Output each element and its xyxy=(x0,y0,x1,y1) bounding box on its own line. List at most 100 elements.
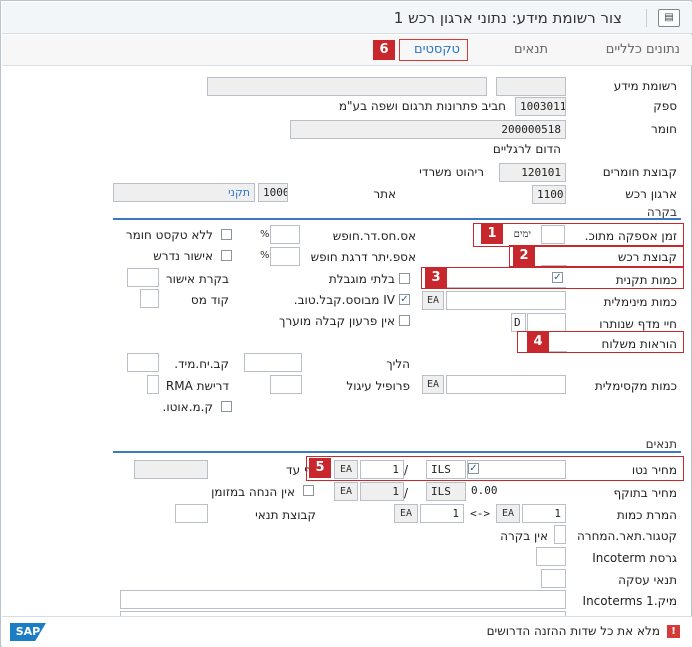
auto-po-label: ק.מ.אוטו. xyxy=(162,400,213,414)
vendor-name: חביב פתרונות תרגום ושפה בע"מ xyxy=(338,99,506,113)
auto-po-checkbox[interactable] xyxy=(221,401,232,412)
error-icon: ! xyxy=(667,625,680,638)
no-eval-label: אין פרעון קבלה מוערך xyxy=(279,314,395,328)
control-section-line xyxy=(113,218,681,220)
rounding-label: פרופיל עיגול xyxy=(346,379,410,393)
material-group-desc: ריהוט משרדי xyxy=(419,165,484,179)
no-tol-percent: % xyxy=(260,229,270,240)
eff-unit-field: EA xyxy=(334,482,358,501)
title-separator xyxy=(646,9,647,27)
material-label: חומר xyxy=(650,122,677,136)
callout-3: 3 xyxy=(425,268,447,288)
rma-label: דרישת RMA xyxy=(165,379,229,393)
max-qty-unit: EA xyxy=(422,375,444,394)
valid-to-field[interactable] xyxy=(134,460,208,479)
material-group-label: קבוצת חומרים xyxy=(602,165,677,179)
status-bar: SAP ! מלא את כל שדות ההזנה הדרושים xyxy=(2,616,692,647)
callout-5: 5 xyxy=(309,458,331,478)
no-cash-checkbox[interactable] xyxy=(303,485,314,496)
price-date-value: אין בקרה xyxy=(500,529,548,543)
price-date-label: קטגור.תאר.המחרה xyxy=(576,529,677,543)
plant-desc-field: תקני xyxy=(113,183,255,202)
rounding-field[interactable] xyxy=(270,375,302,394)
no-cash-label: אין הנחה במזומן xyxy=(211,485,295,499)
min-qty-label: כמות מינימלית xyxy=(603,295,677,309)
sap-window: ▤ צור רשומת מידע: נתוני ארגון רכש 1 נתונ… xyxy=(0,0,692,647)
tax-code-label: קוד מס xyxy=(190,293,229,307)
material-desc: הדום לרגליים xyxy=(492,142,561,156)
no-text-checkbox[interactable] xyxy=(221,229,232,240)
max-qty-label: כמות מקסימלית xyxy=(594,379,677,393)
no-tol-field[interactable] xyxy=(270,225,300,244)
incoterm-ver-label: גרסת Incoterm xyxy=(592,551,677,565)
ack-reqd-label: אישור נדרש xyxy=(153,249,213,263)
plant-field[interactable]: 1000 xyxy=(258,183,288,202)
document-icon[interactable]: ▤ xyxy=(658,9,680,27)
rem-shelf-field[interactable] xyxy=(527,313,566,332)
callout-2-box xyxy=(509,245,684,267)
no-eval-checkbox[interactable] xyxy=(399,315,410,326)
over-tol-label: אספ.יתר דרגת חופש xyxy=(310,250,416,264)
cond-group-field[interactable] xyxy=(175,504,208,523)
min-qty-field[interactable] xyxy=(446,291,566,310)
tab-general-data[interactable]: נתונים כלליים xyxy=(606,42,680,57)
unlimited-checkbox[interactable] xyxy=(399,273,410,284)
qty-conv-label: המרת כמות xyxy=(616,508,677,522)
procedure-label: הליך xyxy=(386,357,410,371)
vendor-label: ספק xyxy=(653,99,677,113)
status-message[interactable]: מלא את כל שדות ההזנה הדרושים xyxy=(487,624,660,638)
rem-shelf-label: חיי מדף שנותרו xyxy=(599,317,677,331)
terms-label: תנאי עסקה xyxy=(618,573,677,587)
callout-4: 4 xyxy=(527,332,549,352)
rem-shelf-unit: D xyxy=(511,313,526,332)
eff-per-field: 1 xyxy=(360,482,404,501)
qty-conv-right-field[interactable]: 1 xyxy=(420,504,464,523)
incoterm-ver-field[interactable] xyxy=(536,547,566,566)
eff-currency-field: ILS xyxy=(426,482,466,501)
callout-6: 6 xyxy=(373,40,395,60)
incoterm-loc-label: מיק.Incoterms 1 xyxy=(582,594,677,608)
sap-logo: SAP xyxy=(10,623,46,641)
procedure-field[interactable] xyxy=(244,353,302,372)
eff-slash: / xyxy=(403,486,408,500)
tab-conditions[interactable]: תנאים xyxy=(514,42,548,57)
terms-field[interactable] xyxy=(541,569,566,588)
rma-field[interactable] xyxy=(147,375,159,394)
max-qty-field[interactable] xyxy=(446,375,566,394)
tab-bar: נתונים כלליים תנאים טקסטים xyxy=(2,35,692,66)
callout-1-box xyxy=(473,223,684,247)
over-tol-percent: % xyxy=(260,250,270,261)
unit-measure-field[interactable] xyxy=(127,353,159,372)
info-record-field[interactable] xyxy=(496,77,566,96)
min-qty-unit: EA xyxy=(422,291,444,310)
qty-conv-arrow: <-> xyxy=(470,507,490,520)
cond-group-label: קבוצת תנאי xyxy=(255,508,316,522)
eff-price-field: 0.00 xyxy=(471,484,498,497)
no-text-label: ללא טקסט חומר xyxy=(125,228,213,242)
gr-based-checkbox[interactable]: ✓ xyxy=(399,294,410,305)
callout-1: 1 xyxy=(481,224,503,244)
ack-reqd-checkbox[interactable] xyxy=(221,250,232,261)
conditions-section-line xyxy=(113,451,681,453)
unit-measure-label: קב.יח.מיד. xyxy=(174,357,229,371)
tab-texts-highlight xyxy=(399,39,468,61)
title-bar: ▤ צור רשומת מידע: נתוני ארגון רכש 1 xyxy=(2,2,692,34)
over-tol-field[interactable] xyxy=(270,247,300,266)
vendor-field[interactable]: 1003011 xyxy=(515,97,566,116)
conditions-section-title: תנאים xyxy=(645,437,677,451)
tax-code-field[interactable] xyxy=(140,289,159,308)
callout-2: 2 xyxy=(513,246,535,266)
no-tol-label: אס.חס.דר.חופש xyxy=(332,229,416,243)
callout-5-box xyxy=(306,456,684,481)
price-date-field[interactable] xyxy=(554,525,566,544)
qty-conv-left-unit: EA xyxy=(496,504,520,523)
incoterm-loc-field[interactable] xyxy=(120,590,566,609)
purch-org-label: ארגון רכש xyxy=(625,187,677,201)
qty-conv-left-field[interactable]: 1 xyxy=(522,504,566,523)
material-field[interactable]: 200000518 xyxy=(290,120,566,139)
conf-ctrl-field[interactable] xyxy=(127,268,159,287)
purch-org-field[interactable]: 1100 xyxy=(532,185,566,204)
gr-based-label: IV מבוסס.קבל.טוב. xyxy=(293,293,395,307)
info-record-desc-field xyxy=(207,77,487,96)
material-group-field[interactable]: 120101 xyxy=(499,163,566,182)
